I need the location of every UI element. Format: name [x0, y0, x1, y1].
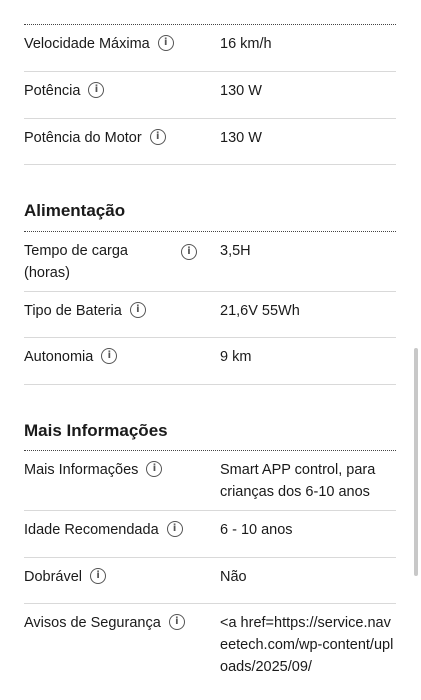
spec-value: 130 W	[220, 83, 262, 99]
section-divider	[24, 231, 396, 232]
spec-value: Não	[220, 569, 247, 585]
row-divider	[24, 337, 396, 338]
spec-value: <a href=https://service.naveetech.com/wp…	[220, 615, 394, 675]
row-divider	[24, 510, 396, 511]
spec-label: Autonomia i	[24, 346, 118, 368]
row-divider	[24, 557, 396, 558]
spec-label: Potência do Motor i	[24, 127, 166, 149]
spec-label: Velocidade Máxima i	[24, 33, 174, 55]
spec-value: 3,5H	[220, 243, 251, 259]
row-divider	[24, 291, 396, 292]
spec-value: 21,6V 55Wh	[220, 303, 300, 319]
row-divider	[24, 384, 396, 385]
scrollbar[interactable]	[414, 348, 418, 576]
product-specifications: Velocidade Máxima i 16 km/h Potência i 130…	[0, 0, 421, 700]
section-divider	[24, 450, 396, 451]
row-divider	[24, 603, 396, 604]
row-divider	[24, 164, 396, 165]
spec-label: Idade Recomendada i	[24, 519, 183, 541]
row-divider	[24, 118, 396, 119]
info-icon[interactable]: i	[166, 521, 183, 538]
info-icon[interactable]: i	[146, 461, 163, 478]
section-divider	[24, 24, 396, 25]
spec-label: Tempo de carga (horas)	[24, 243, 128, 281]
section-title-mais-informacoes: Mais Informações	[24, 421, 168, 440]
row-divider	[24, 71, 396, 72]
info-icon[interactable]: i	[157, 35, 174, 52]
info-icon[interactable]: i	[88, 82, 105, 99]
info-icon[interactable]: i	[90, 568, 107, 585]
info-icon[interactable]: i	[101, 348, 118, 365]
spec-label: Dobrável i	[24, 566, 107, 588]
spec-label: Mais Informações i	[24, 459, 163, 481]
section-title-alimentacao: Alimentação	[24, 201, 126, 220]
spec-label: Potência i	[24, 80, 105, 102]
spec-label: Avisos de Segurança i	[24, 612, 185, 634]
spec-value: 9 km	[220, 349, 252, 365]
spec-label: Tipo de Bateria i	[24, 300, 146, 322]
info-icon[interactable]: i	[149, 129, 166, 146]
spec-value: Smart APP control, para crianças dos 6-1…	[220, 462, 376, 500]
info-icon[interactable]: i	[129, 302, 146, 319]
info-icon[interactable]: i	[168, 614, 185, 631]
spec-value: 130 W	[220, 130, 262, 146]
spec-value: 16 km/h	[220, 36, 272, 52]
spec-value: 6 - 10 anos	[220, 522, 293, 538]
info-icon[interactable]: i	[181, 244, 197, 260]
